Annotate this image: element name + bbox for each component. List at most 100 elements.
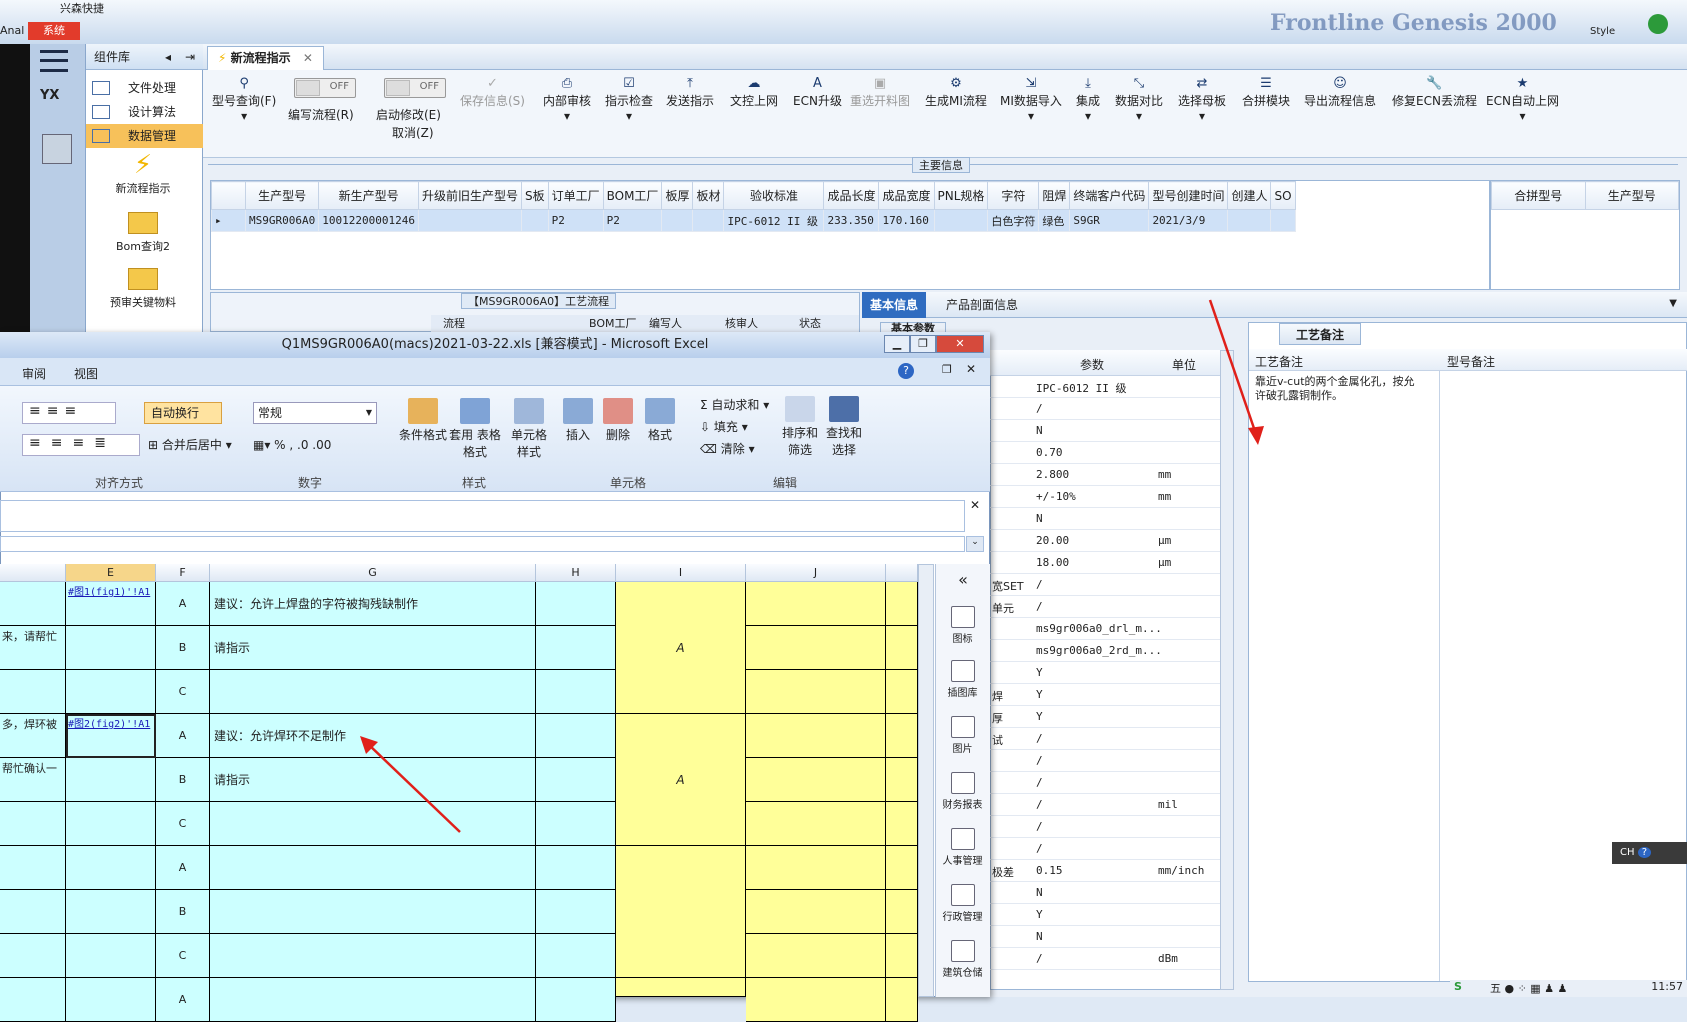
sheet-cell-merged-i[interactable]: A [616, 582, 746, 714]
menu-view[interactable]: 视图 [74, 365, 98, 382]
tile-new-flow[interactable]: ⚡ 新流程指示 [98, 150, 188, 196]
table-cell[interactable]: 170.160 [878, 209, 935, 232]
sheet-cell-h[interactable] [536, 670, 616, 714]
phone-icon[interactable] [1648, 14, 1668, 34]
close-icon[interactable]: ✕ [970, 498, 980, 512]
sheet-cell-link[interactable] [66, 758, 156, 802]
tool-icons[interactable]: 图标 [935, 606, 990, 645]
collapse-icon[interactable]: ◂ [165, 44, 171, 70]
sheet-cell-k[interactable] [886, 670, 918, 714]
maximize-button[interactable]: ❐ [910, 335, 936, 353]
tab-new-flow[interactable]: ⚡ 新流程指示 ✕ [207, 46, 324, 70]
sheet-cell-text[interactable]: 建议：允许上焊盘的字符被掏残缺制作 [210, 582, 536, 626]
table-cell[interactable] [933, 209, 989, 232]
integrate-button[interactable]: ⤓ 集成 ▾ [1076, 76, 1100, 123]
mi-import-button[interactable]: ⇲ MI数据导入 ▾ [1000, 76, 1062, 123]
sheet-cell-left[interactable] [0, 670, 66, 714]
param-row[interactable]: Y [990, 904, 1230, 926]
param-row[interactable]: / [990, 838, 1230, 860]
param-row[interactable]: 极差 0.15 mm/inch [990, 860, 1230, 882]
tool-admin[interactable]: 行政管理 [935, 884, 990, 923]
tool-hr[interactable]: 人事管理 [935, 828, 990, 867]
param-row[interactable]: +/-10% mm [990, 486, 1230, 508]
formula-input[interactable] [0, 536, 965, 552]
sheet-cell-merged-i[interactable] [616, 846, 746, 978]
sheet-cell-k[interactable] [886, 714, 918, 758]
column-header[interactable]: 核审人 [725, 315, 758, 331]
sheet-cell-k[interactable] [886, 802, 918, 846]
sheet-cell-j[interactable] [746, 890, 886, 934]
process-note-text[interactable]: 靠近v-cut的两个金属化孔，按允许破孔露铜制作。 [1255, 375, 1425, 403]
param-value[interactable]: / [1036, 402, 1043, 415]
column-header[interactable]: 参数 [1080, 356, 1104, 373]
sheet-cell-j[interactable] [746, 582, 886, 626]
yx-logo-icon[interactable]: YX [40, 88, 59, 103]
model-query-button[interactable]: ⚲ 型号查询(F) ▾ [212, 76, 276, 123]
sheet-cell-option[interactable]: B [156, 890, 210, 934]
table-cell[interactable]: 白色字符 [987, 209, 1040, 232]
sheet-cell-text[interactable] [210, 846, 536, 890]
column-header[interactable]: 终端客户代码 [1069, 181, 1150, 210]
find-select-button[interactable]: 查找和 选择 [824, 396, 864, 458]
minimize-button[interactable]: ▁ [884, 335, 910, 353]
send-instruction-button[interactable]: ⤒ 发送指示 [666, 76, 714, 109]
column-header[interactable]: 订单工厂 [547, 181, 604, 210]
doc-online-button[interactable]: ☁ 文控上网 [730, 76, 778, 109]
sheet-cell-j[interactable] [746, 978, 886, 1022]
data-compare-button[interactable]: ⤡ 数据对比 ▾ [1115, 76, 1163, 123]
library-item-algorithm[interactable]: 设计算法 [86, 100, 203, 124]
sheet-cell-j[interactable] [746, 626, 886, 670]
param-value[interactable]: / [1036, 842, 1043, 855]
sheet-cell-option[interactable]: A [156, 978, 210, 1022]
table-cell[interactable] [417, 209, 522, 232]
ime-indicator[interactable]: CH ? [1612, 842, 1687, 864]
system-menu-button[interactable]: 系统 [28, 22, 80, 40]
sheet-cell-h[interactable] [536, 846, 616, 890]
param-value[interactable]: Y [1036, 710, 1043, 723]
param-row[interactable]: ms9gr006a0_2rd_m... [990, 640, 1230, 662]
sheet-cell-j[interactable] [746, 758, 886, 802]
param-row[interactable]: 焊Y [990, 684, 1230, 706]
sheet-cell-j[interactable] [746, 670, 886, 714]
hamburger-icon[interactable] [40, 50, 68, 72]
sheet-cell-k[interactable] [886, 626, 918, 670]
table-cell[interactable]: 2021/3/9 [1148, 209, 1229, 232]
sheet-cell-left[interactable] [0, 846, 66, 890]
column-header[interactable]: 合拼型号 [1491, 181, 1586, 210]
column-header[interactable]: 创建人 [1227, 181, 1272, 210]
column-header-f[interactable]: F [156, 564, 210, 582]
sheet-cell-h[interactable] [536, 978, 616, 1022]
reselect-cut-button[interactable]: ▣ 重选开料图 [850, 76, 910, 109]
sheet-cell-text[interactable] [210, 978, 536, 1022]
library-item-file[interactable]: 文件处理 [86, 76, 203, 100]
param-value[interactable]: / [1036, 776, 1043, 789]
param-row[interactable]: 2.800 mm [990, 464, 1230, 486]
param-value[interactable]: Y [1036, 666, 1043, 679]
tool-clipart[interactable]: 插图库 [935, 660, 990, 699]
insert-button[interactable]: 插入 [560, 398, 596, 443]
param-value[interactable]: N [1036, 424, 1043, 437]
align-buttons[interactable]: ≡≡≡≣ [22, 434, 140, 456]
param-value[interactable]: ms9gr006a0_2rd_m... [1036, 644, 1162, 657]
ecn-auto-online-button[interactable]: ★ ECN自动上网 ▾ [1486, 76, 1559, 123]
collapse-left-icon[interactable]: « [936, 570, 990, 589]
sheet-cell-h[interactable] [536, 934, 616, 978]
fix-ecn-button[interactable]: 🔧 修复ECN丢流程 [1392, 76, 1477, 109]
param-row[interactable]: / [990, 772, 1230, 794]
sheet-cell-h[interactable] [536, 582, 616, 626]
sheet-cell-option[interactable]: A [156, 582, 210, 626]
column-header[interactable]: 型号备注 [1447, 353, 1495, 370]
column-header[interactable]: PNL规格 [933, 181, 989, 210]
sheet-cell-h[interactable] [536, 626, 616, 670]
cancel-label[interactable]: 取消(Z) [392, 124, 434, 141]
column-header[interactable]: 验收标准 [723, 181, 825, 210]
column-header[interactable]: 流程 [443, 315, 465, 331]
sheet-cell-option[interactable]: A [156, 846, 210, 890]
sheet-cell-text[interactable]: 请指示 [210, 626, 536, 670]
table-cell[interactable]: 10012200001246 [318, 209, 419, 232]
table-cell[interactable]: 233.350 [823, 209, 880, 232]
sheet-cell-option[interactable]: C [156, 934, 210, 978]
sheet-cell-j[interactable] [746, 934, 886, 978]
param-value[interactable]: 0.70 [1036, 446, 1063, 459]
column-header[interactable]: 生产型号 [244, 181, 320, 210]
